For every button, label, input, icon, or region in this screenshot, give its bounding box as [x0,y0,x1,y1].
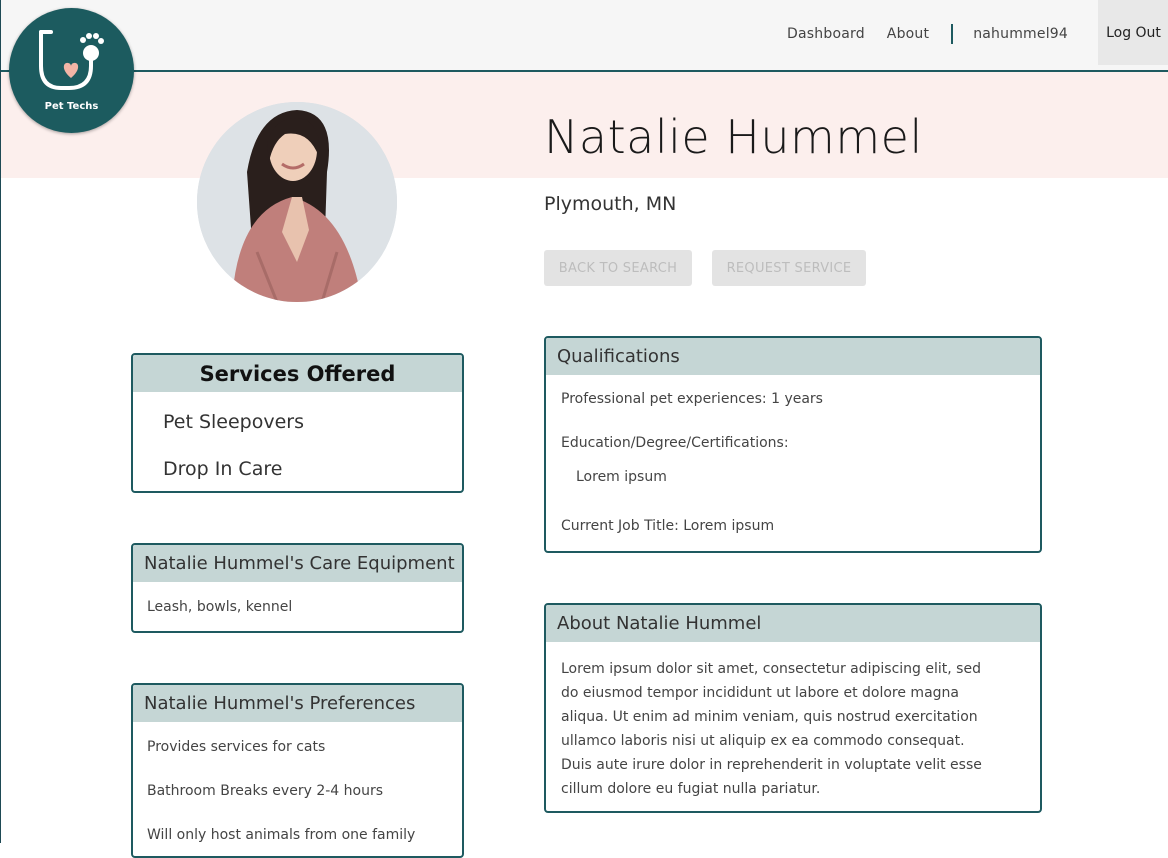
preference-item: Will only host animals from one family [147,827,416,843]
about-line: ullamco laboris nisi ut aliquip ex ea co… [561,733,965,749]
nav-link-about[interactable]: About [887,26,929,42]
nav-links: Dashboard About nahummel94 Log Out [787,0,1168,70]
nav-link-dashboard[interactable]: Dashboard [787,26,865,42]
preferences-card: Natalie Hummel's Preferences Provides se… [131,683,464,858]
person-portrait-image [197,102,397,302]
qualifications-card: Qualifications Professional pet experien… [544,336,1042,553]
logout-button[interactable]: Log Out [1098,0,1168,65]
about-line: Lorem ipsum dolor sit amet, consectetur … [561,661,981,677]
profile-photo [197,102,397,302]
service-item: Drop In Care [163,458,283,480]
about-text: Lorem ipsum dolor sit amet, consectetur … [561,657,982,801]
back-to-search-button[interactable]: BACK TO SEARCH [544,250,692,286]
about-line: aliqua. Ut enim ad minim veniam, quis no… [561,709,978,725]
request-service-button[interactable]: REQUEST SERVICE [712,250,866,286]
equipment-card: Natalie Hummel's Care Equipment Leash, b… [131,543,464,633]
job-title-text: Current Job Title: Lorem ipsum [561,518,775,534]
about-line: cillum dolore eu fugiat nulla pariatur. [561,781,821,797]
services-title: Services Offered [133,355,462,392]
pet-techs-logo[interactable]: Pet Techs [9,8,134,133]
equipment-title: Natalie Hummel's Care Equipment [133,545,462,582]
profile-location: Plymouth, MN [544,193,677,215]
about-line: Duis aute irure dolor in reprehenderit i… [561,757,982,773]
preference-item: Provides services for cats [147,739,326,755]
nav-divider [951,24,954,44]
preference-item: Bathroom Breaks every 2-4 hours [147,783,383,799]
top-navbar: Dashboard About nahummel94 Log Out [1,0,1168,72]
education-value: Lorem ipsum [576,469,667,485]
about-card: About Natalie Hummel Lorem ipsum dolor s… [544,603,1042,813]
service-item: Pet Sleepovers [163,411,305,433]
experience-text: Professional pet experiences: 1 years [561,391,823,407]
services-card: Services Offered Pet Sleepovers Drop In … [131,353,464,493]
preferences-title: Natalie Hummel's Preferences [133,685,462,722]
equipment-text: Leash, bowls, kennel [147,599,293,615]
stethoscope-paw-heart-icon [39,30,104,90]
about-title: About Natalie Hummel [546,605,1040,642]
profile-name: Natalie Hummel [544,110,923,164]
nav-username[interactable]: nahummel94 [973,26,1068,42]
education-label: Education/Degree/Certifications: [561,435,789,451]
qualifications-title: Qualifications [546,338,1040,375]
about-line: do eiusmod tempor incididunt ut labore e… [561,685,959,701]
brand-name: Pet Techs [44,101,99,112]
